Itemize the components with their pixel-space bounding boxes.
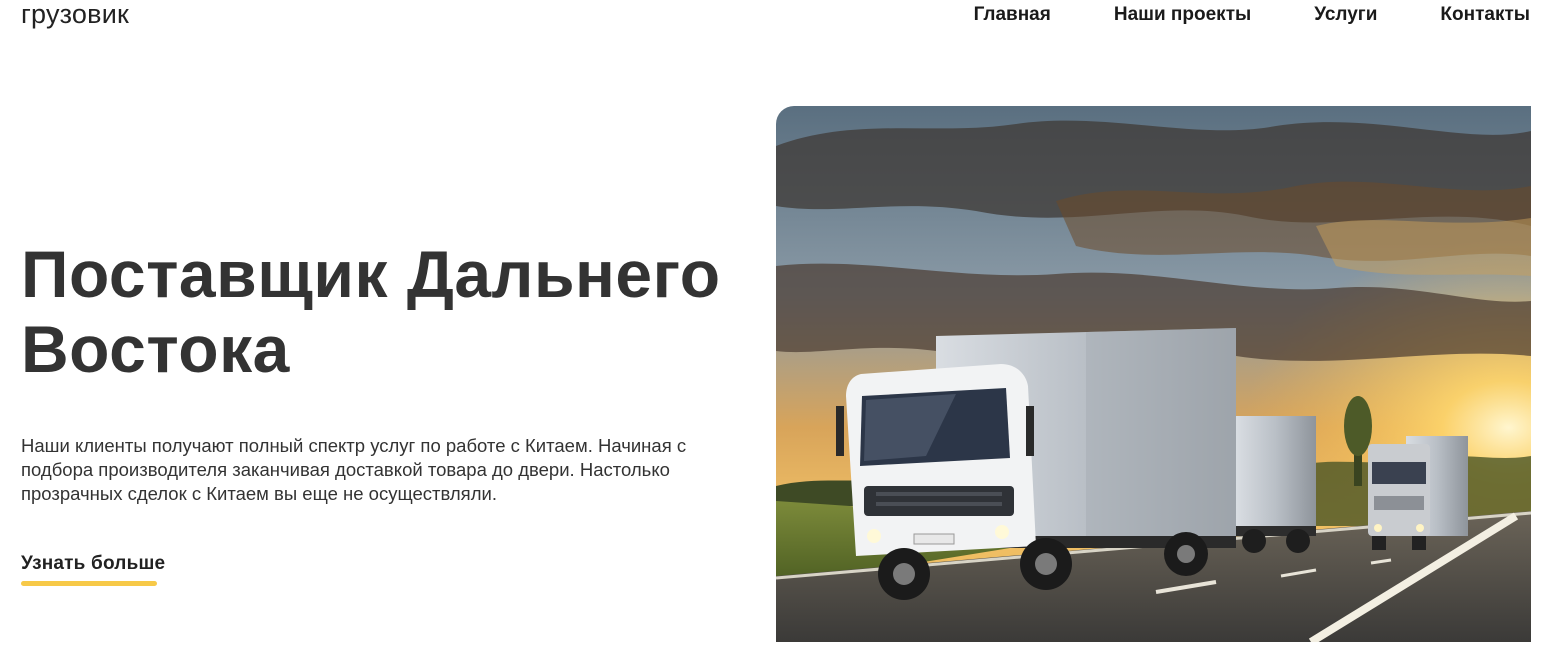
nav-link-services[interactable]: Услуги [1314,4,1377,26]
nav-link-home[interactable]: Главная [974,4,1051,26]
trucks-sunset-illustration [776,106,1531,642]
learn-more-button[interactable]: Узнать больше [21,553,166,586]
nav-link-projects[interactable]: Наши проекты [1114,4,1251,26]
site-header: грузовик Главная Наши проекты Услуги Кон… [0,0,1559,40]
far-truck [1368,436,1468,550]
page: грузовик Главная Наши проекты Услуги Кон… [0,0,1559,656]
site-logo[interactable]: грузовик [21,0,129,30]
nav-link-contacts[interactable]: Контакты [1440,4,1530,26]
main-nav: Главная Наши проекты Услуги Контакты [974,4,1530,26]
hero-image [776,106,1531,642]
hero-title: Поставщик Дальнего Востока [21,237,721,386]
cta-underline [21,581,157,586]
hero-description: Наши клиенты получают полный спектр услу… [21,435,687,504]
learn-more-label: Узнать больше [21,553,166,574]
